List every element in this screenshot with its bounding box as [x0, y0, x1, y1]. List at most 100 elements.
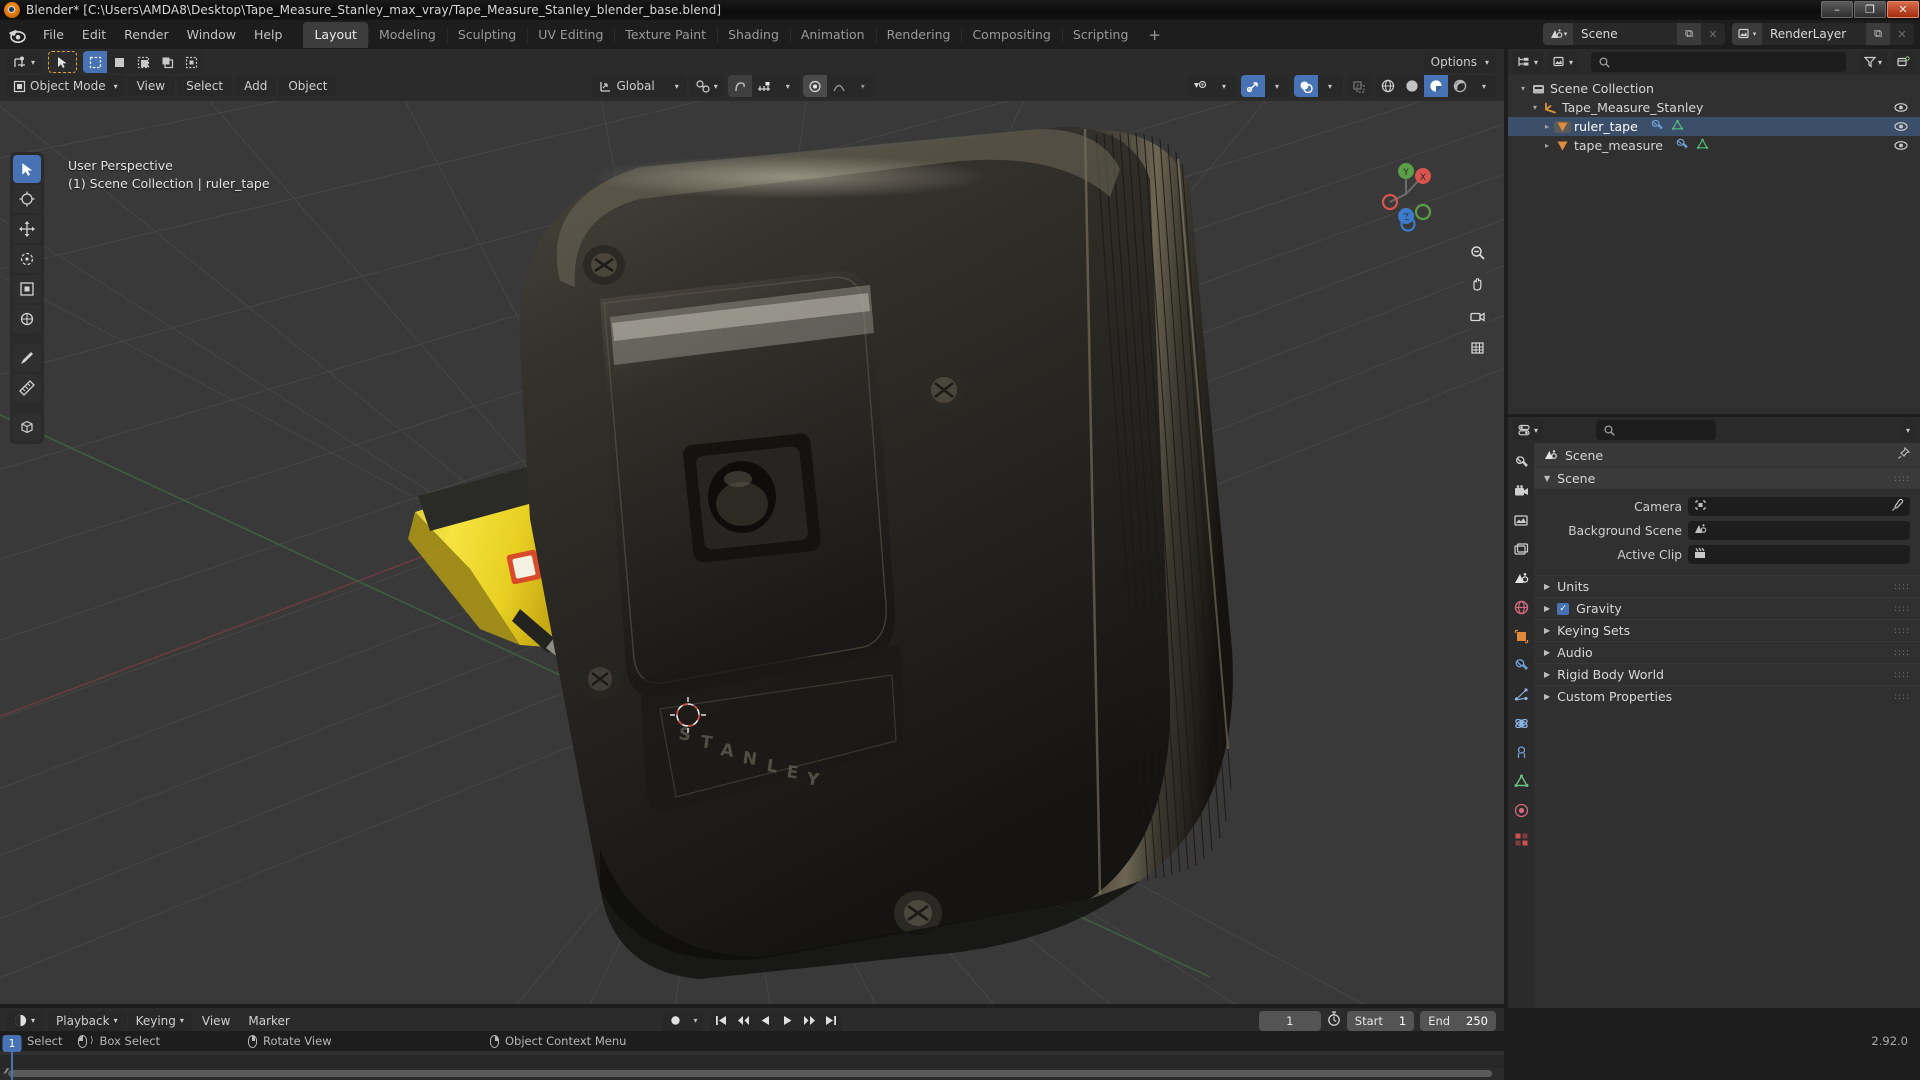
toggle-xray-button[interactable]: [1347, 75, 1371, 97]
scene-panel-header[interactable]: ▼ Scene ::::: [1534, 467, 1920, 489]
falloff-dropdown[interactable]: ▾: [851, 75, 875, 97]
eyedropper-icon[interactable]: [1891, 498, 1904, 515]
shading-dropdown[interactable]: ▾: [1472, 75, 1496, 97]
overlay-group[interactable]: ▾: [1294, 75, 1342, 97]
select-set-button[interactable]: [107, 51, 131, 73]
property-section-rigid-body-world[interactable]: ▶ Rigid Body World::::: [1534, 663, 1920, 685]
outliner-editor[interactable]: ▾ ▾ ▾ ▾ Scene Collection ▾ Tape_Measure_…: [1508, 49, 1920, 414]
pin-icon[interactable]: [1897, 446, 1911, 463]
3d-viewport[interactable]: S T A N L E Y ▾ Object Mode ▾ View Selec…: [0, 49, 1504, 1008]
new-viewlayer-button[interactable]: ⧉: [1866, 23, 1890, 45]
area-edge-timeline[interactable]: [0, 1004, 1504, 1008]
rendered-shading-button[interactable]: [1448, 75, 1472, 97]
menu-help[interactable]: Help: [245, 23, 292, 46]
visibility-dropdown[interactable]: ▾: [1212, 75, 1236, 97]
proportional-edit-group[interactable]: ▾: [727, 75, 800, 97]
xray-group[interactable]: [1347, 75, 1371, 97]
auto-keying-dropdown[interactable]: ▾: [688, 1010, 703, 1031]
show-overlays-toggle[interactable]: [1294, 75, 1318, 97]
output-tab[interactable]: [1512, 511, 1530, 529]
data-tab[interactable]: [1512, 772, 1530, 790]
eye-icon[interactable]: [1894, 139, 1908, 154]
viewport-menu-add[interactable]: Add: [235, 76, 277, 96]
outliner-editor-type-button[interactable]: ▾: [1513, 52, 1544, 72]
maximize-button[interactable]: ❐: [1854, 1, 1886, 18]
zoom-icon[interactable]: [1464, 239, 1490, 265]
property-section-keying-sets[interactable]: ▶ Keying Sets::::: [1534, 619, 1920, 641]
workspace-tab-scripting[interactable]: Scripting: [1061, 22, 1140, 48]
property-section-gravity[interactable]: ▶ ✓ Gravity::::: [1534, 597, 1920, 619]
properties-editor-type-button[interactable]: ▾: [1513, 420, 1544, 440]
menu-file[interactable]: File: [34, 23, 73, 46]
select-difference-button[interactable]: [179, 51, 203, 73]
section-expand-icon[interactable]: ▶: [1544, 626, 1550, 635]
mesh-data-icon[interactable]: [1696, 138, 1709, 153]
area-edge-outliner-props[interactable]: [1508, 414, 1920, 417]
physics-tab[interactable]: [1512, 714, 1530, 732]
outliner-row-tape_measure[interactable]: ▸ tape_measure: [1508, 136, 1920, 155]
eye-icon[interactable]: [1894, 101, 1908, 116]
shading-modes-group[interactable]: ▾: [1376, 75, 1496, 97]
cursor-tool[interactable]: [13, 185, 41, 213]
properties-editor[interactable]: ▾ ▾ Scene ▼ Scene:::: Camera Background…: [1508, 417, 1920, 1008]
properties-options-button[interactable]: ▾: [1900, 420, 1915, 440]
property-section-audio[interactable]: ▶ Audio::::: [1534, 641, 1920, 663]
timeline-menu-keying[interactable]: Keying ▾: [127, 1010, 192, 1031]
timeline-scrollbar-thumb[interactable]: [8, 1070, 1492, 1077]
transform-orientation-selector[interactable]: Global ▾: [592, 75, 686, 97]
tweak-mode-button[interactable]: [48, 51, 78, 73]
workspace-tab-compositing[interactable]: Compositing: [961, 22, 1061, 48]
timeline-scrollbar[interactable]: [0, 1068, 1504, 1079]
navigation-gizmo[interactable]: X Y Z: [1366, 154, 1446, 234]
viewport-menu-object[interactable]: Object: [279, 76, 337, 96]
play-button[interactable]: [776, 1011, 798, 1031]
workspace-tab-modeling[interactable]: Modeling: [367, 22, 447, 48]
snap-dropdown[interactable]: ▾: [776, 75, 800, 97]
object-tab[interactable]: [1512, 627, 1530, 645]
jump-to-end-button[interactable]: [820, 1011, 842, 1031]
viewlayer-name-field[interactable]: RenderLayer: [1762, 27, 1866, 41]
add-cube-tool[interactable]: [13, 413, 41, 441]
wireframe-shading-button[interactable]: [1376, 75, 1400, 97]
blender-logo-icon[interactable]: [6, 24, 28, 46]
section-expand-icon[interactable]: ▶: [1544, 648, 1550, 657]
texture-tab[interactable]: [1512, 830, 1530, 848]
property-section-units[interactable]: ▶ Units::::: [1534, 575, 1920, 597]
pan-hand-icon[interactable]: [1464, 271, 1490, 297]
minimize-button[interactable]: –: [1821, 1, 1853, 18]
magnet-toggle[interactable]: [752, 75, 776, 97]
scene-panel-expand-icon[interactable]: ▼: [1544, 474, 1550, 483]
field-value[interactable]: [1688, 497, 1910, 516]
outliner-row-tape_measure_stanley[interactable]: ▾ Tape_Measure_Stanley: [1508, 98, 1920, 117]
modifier-icon[interactable]: [1651, 119, 1664, 134]
proportional-falloff-toggle[interactable]: [802, 75, 827, 97]
render-tab[interactable]: [1512, 482, 1530, 500]
section-checkbox[interactable]: ✓: [1557, 602, 1570, 615]
remove-viewlayer-button[interactable]: ✕: [1890, 23, 1914, 45]
world-tab[interactable]: [1512, 598, 1530, 616]
outliner-tree[interactable]: ▾ Scene Collection ▾ Tape_Measure_Stanley…: [1508, 75, 1920, 155]
workspace-tab-rendering[interactable]: Rendering: [875, 22, 962, 48]
frame-range-icon[interactable]: [1327, 1011, 1341, 1030]
jump-to-next-keyframe-button[interactable]: [798, 1011, 820, 1031]
visibility-selector[interactable]: ▾: [1188, 75, 1236, 97]
editor-type-selector[interactable]: ▾: [6, 51, 43, 73]
expand-icon[interactable]: ▸: [1540, 141, 1554, 150]
new-scene-button[interactable]: ⧉: [1677, 23, 1701, 45]
workspace-tab-uv-editing[interactable]: UV Editing: [527, 22, 614, 48]
workspace-tab-layout[interactable]: Layout: [303, 21, 368, 48]
gizmo-dropdown[interactable]: ▾: [1265, 75, 1289, 97]
expand-icon[interactable]: ▾: [1528, 103, 1542, 112]
select-box-button[interactable]: [83, 51, 108, 73]
timeline-track-area[interactable]: [0, 1055, 1504, 1068]
auto-keying-toggle[interactable]: [662, 1010, 688, 1031]
timeline-menu-view[interactable]: View: [194, 1011, 238, 1031]
modifier-tab[interactable]: [1512, 656, 1530, 674]
view-layer-tab[interactable]: [1512, 540, 1530, 558]
modifier-icon[interactable]: [1676, 138, 1689, 153]
overlay-dropdown[interactable]: ▾: [1318, 75, 1342, 97]
scene-tab[interactable]: [1512, 569, 1530, 587]
unlink-scene-button[interactable]: ✕: [1701, 23, 1725, 45]
property-section-custom-properties[interactable]: ▶ Custom Properties::::: [1534, 685, 1920, 707]
select-mode-group[interactable]: [83, 51, 204, 73]
